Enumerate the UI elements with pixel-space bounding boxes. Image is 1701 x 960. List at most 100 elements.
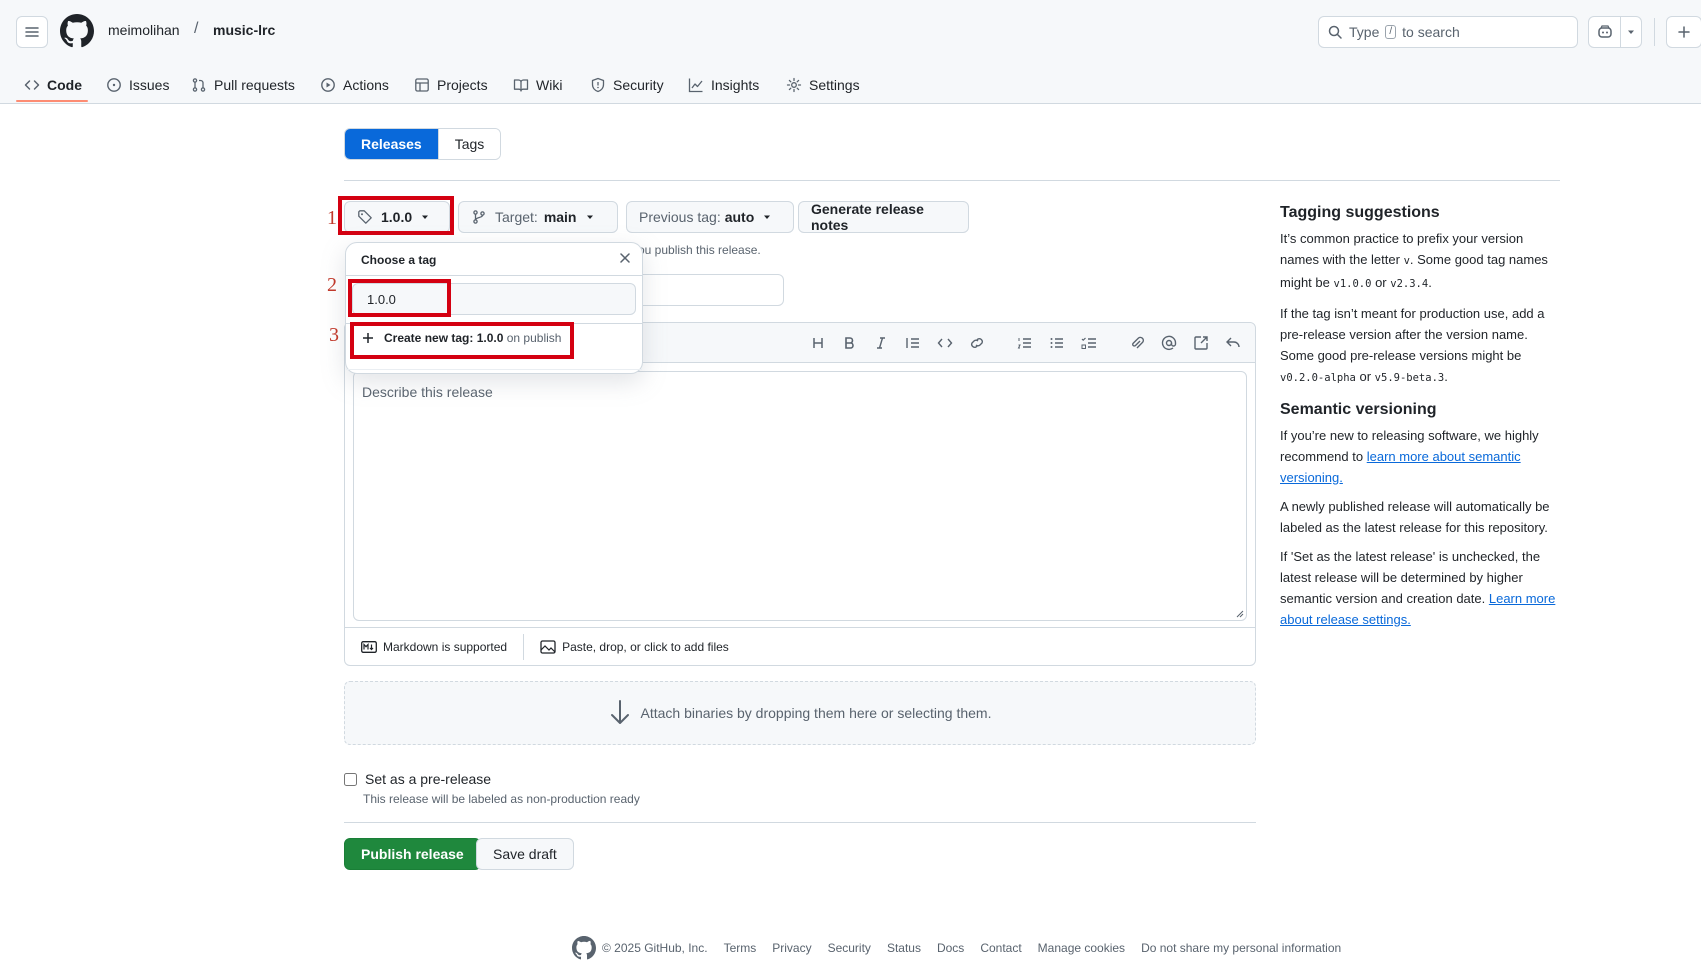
active-tab-indicator — [16, 100, 88, 102]
footer-link-status[interactable]: Status — [887, 941, 921, 955]
copilot-main[interactable] — [1589, 17, 1621, 47]
play-icon — [321, 78, 335, 92]
annotation-number-1: 1 — [327, 207, 337, 229]
code-icon — [24, 80, 40, 90]
list-ordered-icon — [1017, 338, 1031, 349]
previous-tag-label: Previous tag: — [639, 209, 721, 225]
publish-release-button[interactable]: Publish release — [344, 838, 481, 870]
undo-button[interactable] — [1223, 333, 1243, 353]
attach-button[interactable] — [1127, 333, 1147, 353]
save-draft-button[interactable]: Save draft — [476, 838, 574, 870]
heading-button[interactable] — [808, 333, 828, 353]
tab-settings[interactable]: Settings — [782, 66, 864, 104]
tagging-paragraph-1: It’s common practice to prefix your vers… — [1280, 231, 1548, 290]
reference-button[interactable] — [1191, 333, 1211, 353]
tab-wiki[interactable]: Wiki — [509, 66, 566, 104]
code-button[interactable] — [935, 333, 955, 353]
attach-text: Attach binaries by dropping them here or… — [640, 705, 992, 721]
prerelease-checkbox[interactable] — [344, 772, 357, 786]
quote-icon — [906, 338, 919, 348]
copilot-dropdown[interactable] — [1621, 17, 1641, 47]
semver-paragraph-1: If you’re new to releasing software, we … — [1280, 428, 1539, 485]
semver-paragraph-2: A newly published release will automatic… — [1280, 499, 1550, 535]
releases-tab[interactable]: Releases — [345, 129, 438, 159]
markdown-supported-link[interactable]: Markdown is supported — [345, 640, 523, 654]
attach-binaries-dropzone[interactable]: Attach binaries by dropping them here or… — [344, 681, 1256, 745]
footer-link-privacy[interactable]: Privacy — [772, 941, 811, 955]
target-label: Target: — [495, 209, 538, 225]
footer-link-docs[interactable]: Docs — [937, 941, 964, 955]
task-list-button[interactable] — [1079, 333, 1099, 353]
tab-code[interactable]: Code — [20, 66, 86, 104]
resize-handle-icon[interactable] — [1234, 608, 1244, 618]
unordered-list-button[interactable] — [1047, 333, 1067, 353]
mention-icon — [1161, 335, 1177, 351]
annotation-box-1 — [338, 196, 454, 235]
release-description-textarea[interactable]: Describe this release — [353, 371, 1247, 621]
table-icon — [415, 78, 429, 92]
search-icon — [1328, 25, 1342, 39]
tab-projects[interactable]: Projects — [410, 66, 492, 104]
gear-icon — [786, 77, 802, 93]
bold-button[interactable] — [839, 333, 859, 353]
tab-security[interactable]: Security — [586, 66, 668, 104]
tags-tab[interactable]: Tags — [437, 129, 501, 159]
footer-link-contact[interactable]: Contact — [980, 941, 1021, 955]
release-title-input[interactable] — [640, 274, 784, 306]
markdown-label: Markdown is supported — [383, 639, 508, 654]
hamburger-icon — [25, 27, 39, 37]
quote-button[interactable] — [903, 333, 923, 353]
github-mark-icon[interactable] — [572, 936, 596, 960]
semver-paragraph-3: If 'Set as the latest release' is unchec… — [1280, 549, 1556, 627]
code-icon — [937, 338, 953, 348]
plus-icon — [1678, 26, 1690, 38]
link-button[interactable] — [967, 333, 987, 353]
git-pull-request-icon — [192, 78, 206, 92]
arrow-down-icon — [610, 700, 629, 724]
footer-link-security[interactable]: Security — [828, 941, 871, 955]
description-placeholder: Describe this release — [362, 384, 493, 400]
tab-actions[interactable]: Actions — [316, 66, 393, 104]
github-logo[interactable] — [60, 14, 94, 48]
link-icon — [971, 338, 983, 348]
generate-release-notes-button[interactable]: Generate release notes — [798, 201, 969, 233]
dropdown-title: Choose a tag — [361, 253, 437, 267]
git-branch-icon — [473, 210, 485, 224]
graph-icon — [688, 78, 703, 93]
footer-link-manage-cookies[interactable]: Manage cookies — [1038, 941, 1125, 955]
previous-tag-button[interactable]: Previous tag: auto — [626, 201, 794, 233]
markdown-icon — [361, 640, 377, 653]
github-logo-icon — [60, 14, 94, 48]
copilot-button[interactable] — [1588, 16, 1642, 48]
target-branch-button[interactable]: Target: main — [458, 201, 618, 233]
releases-tags-switch: Releases Tags — [344, 128, 502, 160]
add-files-label: Paste, drop, or click to add files — [562, 639, 729, 654]
tab-issues[interactable]: Issues — [102, 66, 173, 104]
tab-insights[interactable]: Insights — [684, 66, 763, 104]
footer-link-do-not-share[interactable]: Do not share my personal information — [1141, 941, 1341, 955]
tab-pull-requests[interactable]: Pull requests — [187, 66, 299, 104]
breadcrumb-repo[interactable]: music-lrc — [213, 22, 275, 38]
mention-button[interactable] — [1159, 333, 1179, 353]
breadcrumb-owner[interactable]: meimolihan — [108, 22, 180, 38]
divider — [344, 180, 1560, 181]
previous-tag-value: auto — [724, 209, 755, 225]
triangle-down-icon — [586, 215, 593, 219]
italic-button[interactable] — [871, 333, 891, 353]
annotation-number-2: 2 — [327, 274, 337, 296]
footer-link-terms[interactable]: Terms — [724, 941, 757, 955]
create-new-button[interactable] — [1666, 16, 1701, 48]
header-divider — [1654, 18, 1655, 46]
ordered-list-button[interactable] — [1015, 333, 1035, 353]
menu-button[interactable] — [16, 16, 48, 48]
list-unordered-icon — [1050, 338, 1063, 348]
target-value: main — [543, 209, 577, 225]
dropdown-close-button[interactable] — [618, 251, 632, 265]
prerelease-label: Set as a pre-release — [365, 771, 492, 787]
triangle-down-icon — [1628, 30, 1634, 34]
add-files-button[interactable]: Paste, drop, or click to add files — [524, 640, 745, 654]
italic-icon — [877, 337, 885, 349]
close-icon — [620, 253, 630, 263]
search-input[interactable]: Type / to search — [1318, 16, 1578, 48]
prerelease-option[interactable]: Set as a pre-release — [344, 771, 491, 787]
